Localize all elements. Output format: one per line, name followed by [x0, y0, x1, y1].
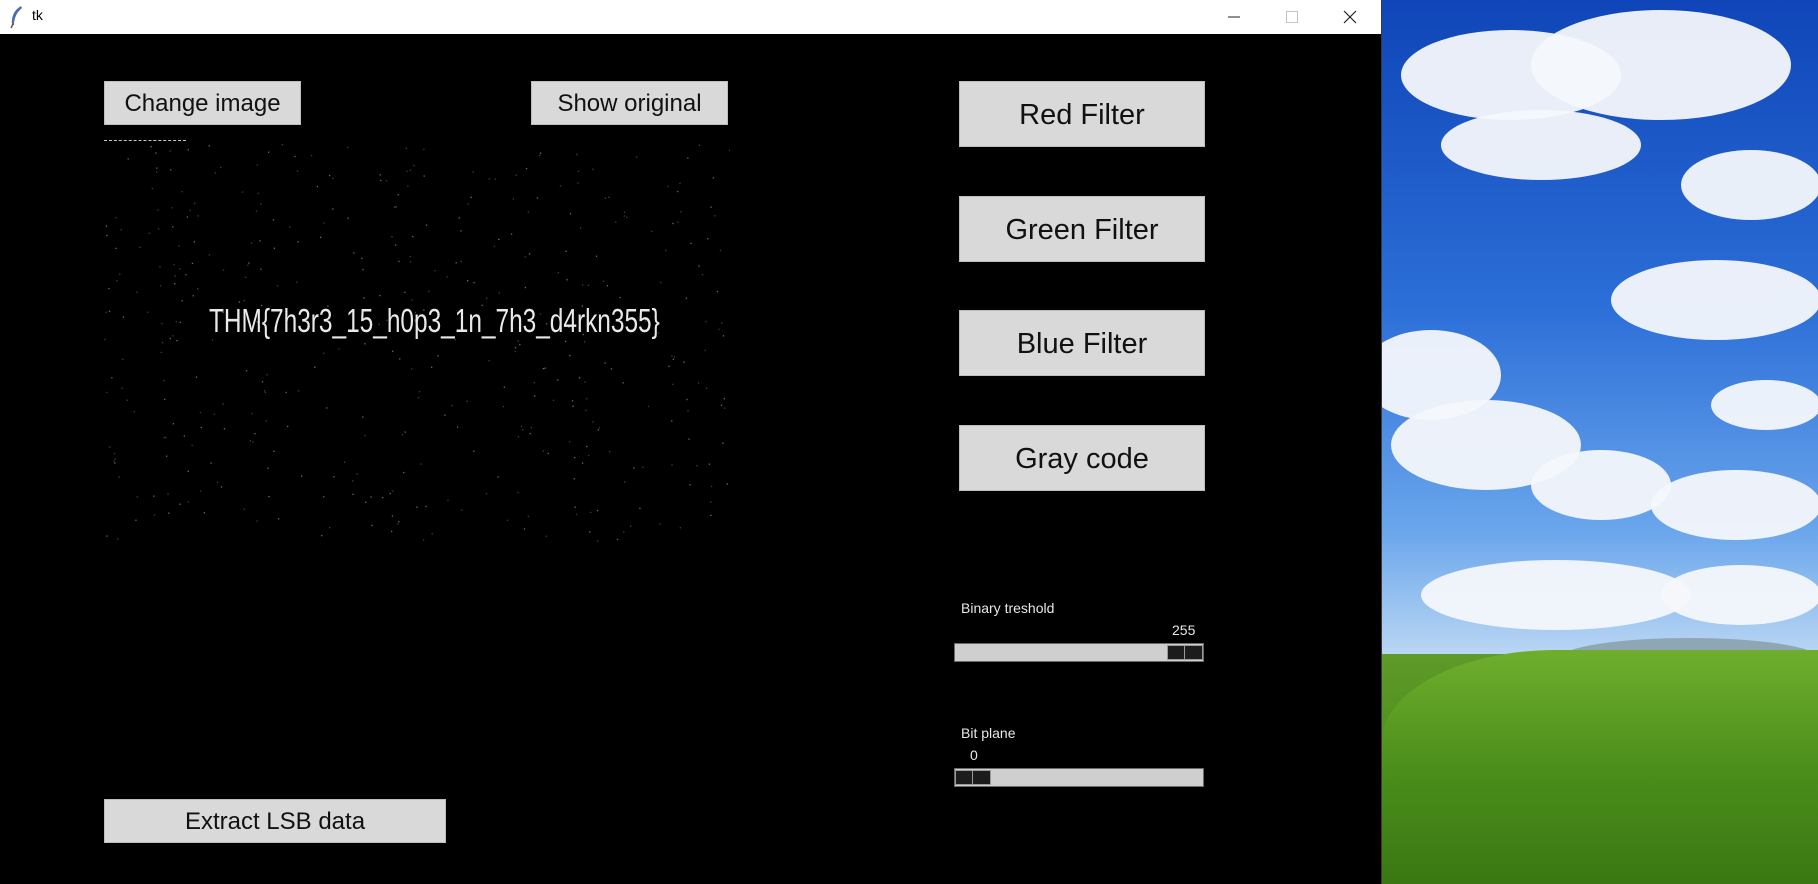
minimize-button[interactable] — [1205, 0, 1263, 34]
red-filter-button[interactable]: Red Filter — [959, 81, 1205, 147]
bit-plane-label: Bit plane — [961, 725, 1016, 741]
close-icon — [1343, 10, 1357, 24]
title-bar[interactable]: tk — [0, 0, 1381, 35]
bit-plane-value: 0 — [970, 747, 978, 763]
binary-threshold-value: 255 — [1172, 622, 1196, 638]
binary-threshold-label: Binary treshold — [961, 600, 1055, 616]
maximize-icon — [1286, 11, 1298, 23]
image-top-marker — [104, 140, 186, 141]
blue-filter-button[interactable]: Blue Filter — [959, 310, 1205, 376]
binary-threshold-slider-handle[interactable] — [1167, 645, 1203, 660]
hidden-flag-text: THM{7h3r3_15_h0p3_1n_7h3_d4rkn355} — [209, 302, 660, 339]
show-original-button[interactable]: Show original — [531, 81, 728, 125]
bit-plane-slider-handle[interactable] — [955, 770, 991, 785]
binary-threshold-slider[interactable] — [954, 643, 1204, 662]
change-image-button[interactable]: Change image — [104, 81, 301, 125]
image-noise — [104, 144, 730, 542]
gray-code-button[interactable]: Gray code — [959, 425, 1205, 491]
feather-icon — [8, 5, 24, 29]
maximize-button[interactable] — [1263, 0, 1321, 34]
minimize-icon — [1228, 16, 1240, 18]
bit-plane-slider[interactable] — [954, 768, 1204, 787]
desktop-wallpaper — [1381, 0, 1818, 884]
app-window: tk Change image Show original THM{7h3r3_… — [0, 0, 1382, 884]
extract-lsb-button[interactable]: Extract LSB data — [104, 799, 446, 843]
image-preview: THM{7h3r3_15_h0p3_1n_7h3_d4rkn355} — [104, 144, 730, 544]
window-title: tk — [32, 7, 43, 23]
close-button[interactable] — [1321, 0, 1379, 34]
green-filter-button[interactable]: Green Filter — [959, 196, 1205, 262]
window-content: Change image Show original THM{7h3r3_15_… — [0, 34, 1381, 884]
